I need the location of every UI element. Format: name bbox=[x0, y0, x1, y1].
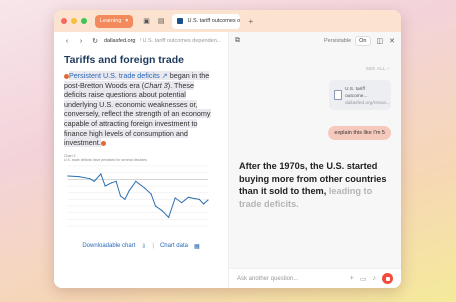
chart-point bbox=[161, 209, 163, 212]
chart-point bbox=[119, 195, 122, 197]
chart-icon[interactable]: ▤ bbox=[158, 17, 165, 25]
external-link-icon[interactable]: ↗ bbox=[160, 71, 168, 80]
address-bar[interactable]: ‹ › ↻ dallasfed.org / U.S. tariff outcom… bbox=[54, 32, 228, 50]
selection-handle-end[interactable] bbox=[100, 140, 106, 146]
article-text-2: ). These deficits raise questions about … bbox=[64, 80, 211, 148]
chart-point bbox=[154, 205, 157, 207]
link-separator: | bbox=[152, 242, 154, 249]
window-controls bbox=[61, 18, 87, 24]
close-window-button[interactable] bbox=[61, 18, 67, 24]
chart-data-link[interactable]: Chart data bbox=[160, 243, 188, 250]
reload-icon[interactable]: ↻ bbox=[90, 37, 100, 45]
chart-point bbox=[93, 180, 95, 182]
assistant-toolbar: ⧉ Persistable On ◫ ✕ bbox=[229, 32, 401, 50]
chart-point bbox=[194, 197, 196, 200]
trade-deficits-link[interactable]: Persistent U.S. trade deficits bbox=[69, 71, 160, 80]
assistant-answer: After the 1970s, the U.S. started buying… bbox=[239, 160, 394, 210]
back-icon[interactable]: ‹ bbox=[62, 38, 72, 45]
shared-page-card[interactable]: U.S. tariff outcome... dallasfed.org/res… bbox=[329, 80, 391, 110]
chart-point bbox=[198, 198, 200, 200]
tab-bar: Learning ▾ ▣ ▤ U.S. tariff outcomes o + bbox=[54, 10, 401, 32]
input-tools: + ▭ ♪ bbox=[350, 273, 393, 284]
chart-point bbox=[111, 181, 113, 184]
add-icon[interactable]: + bbox=[350, 275, 354, 282]
persistable-label: Persistable bbox=[323, 38, 352, 44]
split-view-icon[interactable]: ◫ bbox=[377, 37, 384, 45]
gift-icon[interactable]: ▣ bbox=[143, 17, 150, 25]
favicon-icon bbox=[177, 18, 184, 24]
shared-card-domain: dallasfed.org/resea... bbox=[345, 101, 390, 106]
chart-plot bbox=[67, 165, 209, 226]
article: Tariffs and foreign trade Persistent U.S… bbox=[54, 54, 228, 148]
chart-series-line bbox=[67, 172, 209, 219]
url-domain: dallasfed.org bbox=[104, 38, 136, 44]
chart-point bbox=[100, 173, 102, 175]
tab-learning[interactable]: Learning ▾ bbox=[95, 14, 134, 28]
chevron-down-icon: ▾ bbox=[125, 18, 129, 24]
attach-icon[interactable]: ▭ bbox=[360, 275, 367, 283]
assistant-pane: ⧉ Persistable On ◫ ✕ SEE ALL › U.S. tari… bbox=[229, 32, 401, 288]
article-paragraph: Persistent U.S. trade deficits ↗ began i… bbox=[64, 71, 218, 148]
sidebar-toggle-icon[interactable]: ⧉ bbox=[235, 37, 240, 45]
chart-point bbox=[207, 199, 209, 201]
chart-point bbox=[181, 201, 183, 204]
chart-point bbox=[168, 216, 170, 218]
microphone-icon[interactable]: ♪ bbox=[373, 275, 377, 282]
chart-point bbox=[115, 180, 117, 182]
ask-input[interactable]: Ask another question... bbox=[237, 276, 298, 282]
ask-input-bar[interactable]: Ask another question... + ▭ ♪ bbox=[229, 268, 401, 288]
forward-icon[interactable]: › bbox=[76, 38, 86, 45]
chart-point bbox=[128, 189, 130, 192]
close-icon[interactable]: ✕ bbox=[389, 37, 395, 45]
chart-point bbox=[143, 187, 146, 189]
chart-point bbox=[203, 203, 205, 205]
chart-links: Downloadable chart ⇩ | Chart data ▦ bbox=[54, 243, 228, 250]
user-message-bubble: explain this like I'm 5 bbox=[328, 126, 391, 140]
persistable-toggle[interactable]: On bbox=[355, 36, 371, 46]
chart-point bbox=[124, 198, 126, 200]
see-all-link[interactable]: SEE ALL › bbox=[366, 66, 389, 71]
table-icon[interactable]: ▦ bbox=[194, 243, 200, 250]
chart-point bbox=[150, 193, 152, 195]
chart-point bbox=[135, 180, 137, 182]
user-message-text: explain this like I'm 5 bbox=[334, 130, 385, 136]
url-path: / U.S. tariff outcomes dependen... bbox=[139, 38, 222, 44]
chart-point bbox=[174, 197, 176, 199]
tab-active[interactable]: U.S. tariff outcomes o bbox=[172, 13, 241, 29]
chart-reference: Chart 3 bbox=[144, 80, 168, 90]
trade-deficit-chart: Chart 3 U.S. trade deficits have persist… bbox=[64, 154, 216, 240]
chart-point bbox=[78, 175, 80, 178]
page-icon bbox=[334, 90, 342, 100]
article-heading: Tariffs and foreign trade bbox=[64, 54, 184, 66]
chart-point bbox=[187, 196, 189, 198]
minimize-window-button[interactable] bbox=[71, 18, 77, 24]
download-icon[interactable]: ⇩ bbox=[141, 243, 146, 250]
downloadable-chart-link[interactable]: Downloadable chart bbox=[82, 243, 135, 250]
new-tab-icon[interactable]: + bbox=[248, 17, 253, 26]
tab-learning-label: Learning bbox=[100, 18, 122, 24]
article-pane: ‹ › ↻ dallasfed.org / U.S. tariff outcom… bbox=[54, 32, 228, 288]
shared-card-title: U.S. tariff outcome... bbox=[345, 87, 368, 99]
see-all-label: SEE ALL bbox=[365, 66, 386, 71]
browser-window: Learning ▾ ▣ ▤ U.S. tariff outcomes o + … bbox=[54, 10, 401, 288]
stop-generation-button[interactable] bbox=[382, 273, 393, 284]
chart-point bbox=[104, 185, 106, 187]
chart-point bbox=[89, 177, 91, 180]
maximize-window-button[interactable] bbox=[81, 18, 87, 24]
tab-active-label: U.S. tariff outcomes o bbox=[187, 18, 241, 24]
chart-point bbox=[67, 175, 69, 177]
